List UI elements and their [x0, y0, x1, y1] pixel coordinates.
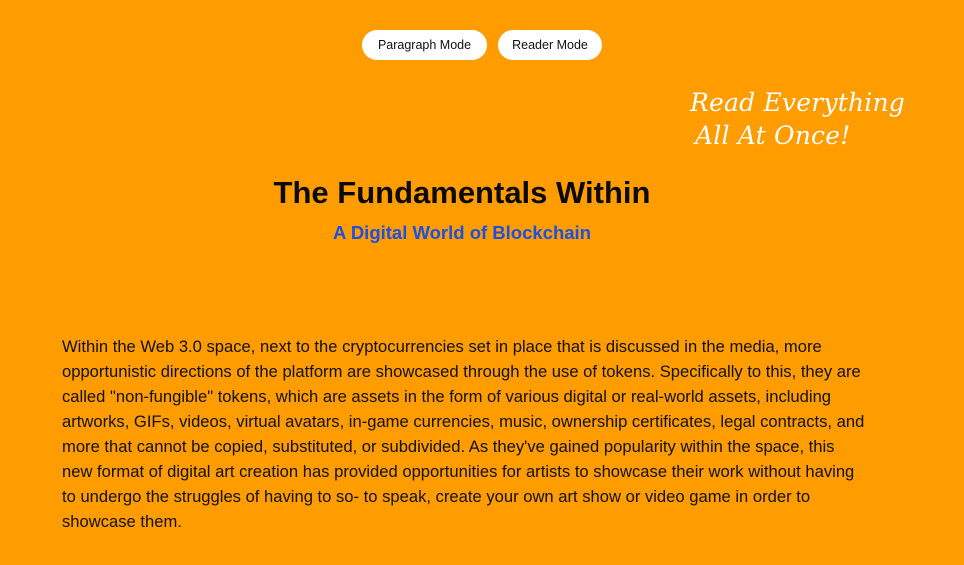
page-subtitle: A Digital World of Blockchain: [333, 222, 591, 243]
paragraph-mode-button[interactable]: Paragraph Mode: [362, 30, 487, 60]
article-paragraph: Within the Web 3.0 space, next to the cr…: [62, 337, 865, 531]
tagline: Read Everything All At Once!: [690, 86, 920, 152]
tagline-line-2: All At Once!: [695, 121, 851, 150]
reader-mode-button[interactable]: Reader Mode: [498, 30, 602, 60]
page-title: The Fundamentals Within: [273, 175, 651, 210]
mode-toggle-bar: Paragraph Mode Reader Mode: [0, 30, 964, 60]
tagline-line-1: Read Everything: [690, 88, 905, 117]
